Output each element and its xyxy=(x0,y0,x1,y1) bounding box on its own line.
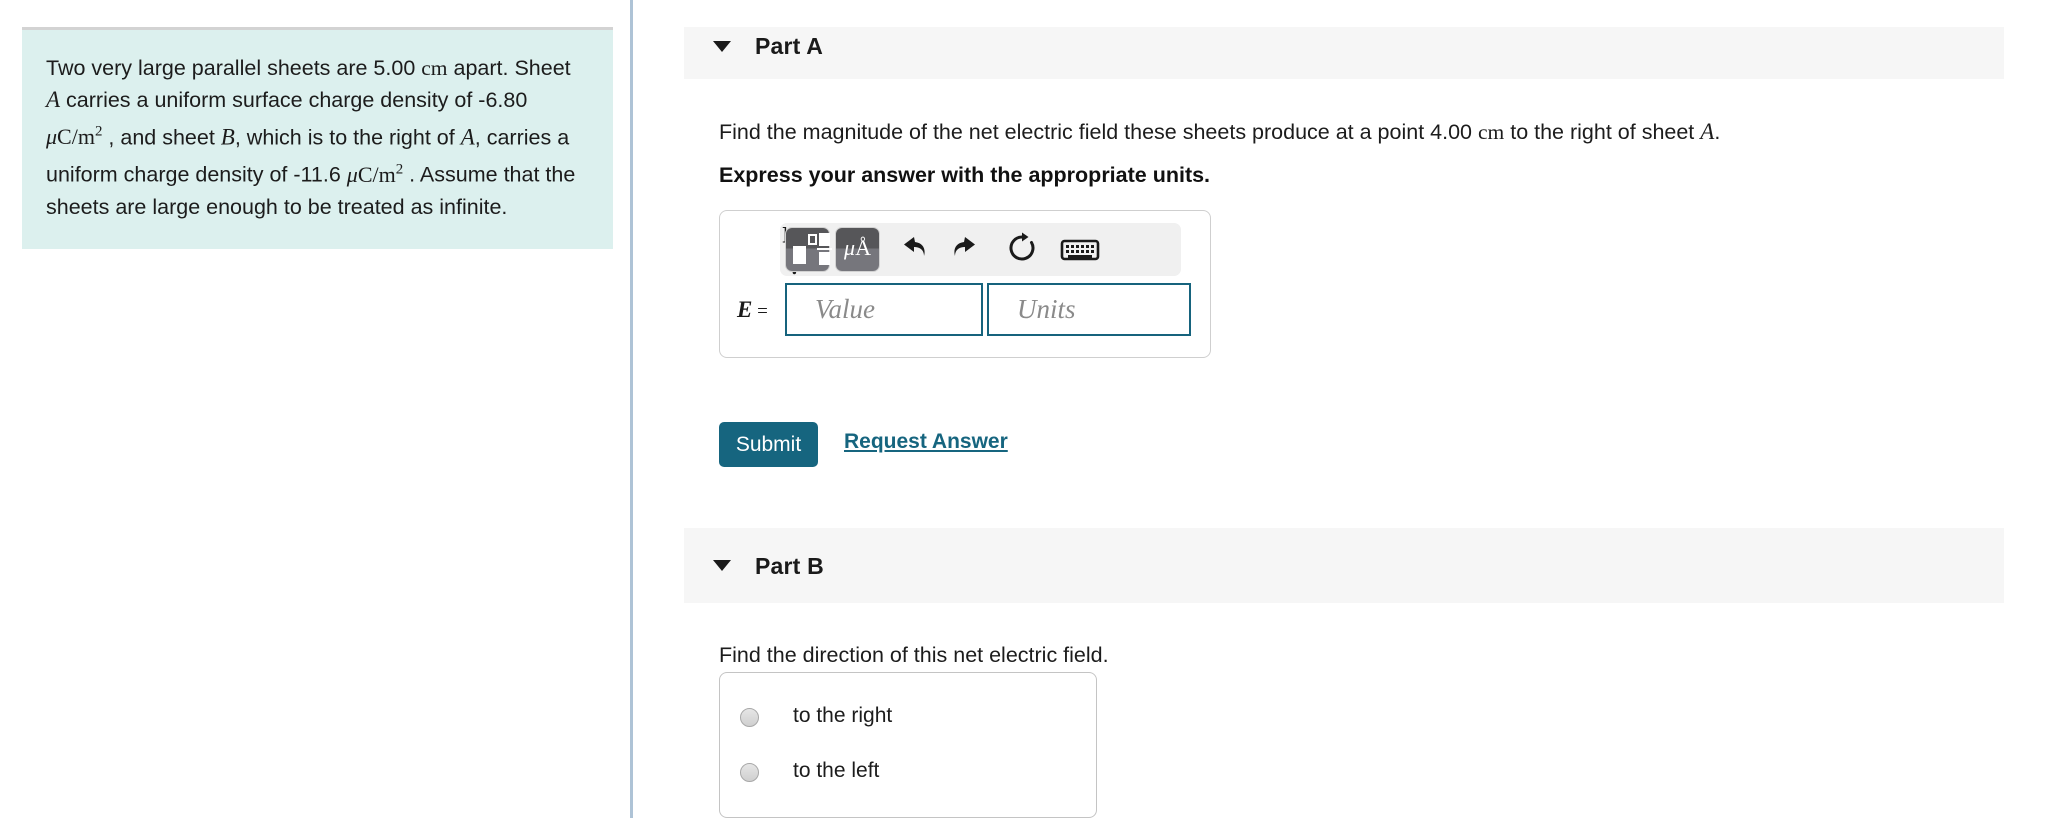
part-b-question: Find the direction of this net electric … xyxy=(719,643,1109,667)
problem-statement-box: Two very large parallel sheets are 5.00 … xyxy=(22,27,613,249)
math-template-icon[interactable] xyxy=(786,228,832,271)
part-a-header[interactable]: Part A xyxy=(684,27,2004,79)
charge-density-unit-1: μC/m2 xyxy=(46,124,102,149)
variable-sheet-b: B xyxy=(220,124,235,150)
variable-sheet-a-3: A xyxy=(1700,119,1715,144)
variable-sheet-a-1: A xyxy=(46,87,61,112)
answer-variable-label: E = xyxy=(737,297,768,323)
choice-group: to the right to the left xyxy=(719,672,1097,818)
part-a-question-segment-3: . xyxy=(1714,120,1721,144)
c-per-m-1: C/m xyxy=(57,124,95,150)
problem-text-segment-5: , which is to the right of xyxy=(234,125,461,150)
problem-text-segment-3: carries a uniform surface charge density… xyxy=(60,88,528,112)
problem-panel: Two very large parallel sheets are 5.00 … xyxy=(0,0,630,818)
choice-label: to the left xyxy=(793,759,880,782)
submit-button[interactable]: Submit xyxy=(719,422,818,467)
answer-toolbar: μÅ] xyxy=(780,223,1181,281)
caret-down-icon-part-b[interactable] xyxy=(713,560,731,571)
part-a-question-segment-1: Find the magnitude of the net electric f… xyxy=(719,120,1478,144)
radio-button-icon[interactable] xyxy=(740,763,759,782)
units-input[interactable] xyxy=(987,283,1191,336)
reset-icon[interactable] xyxy=(1003,230,1041,268)
keyboard-icon[interactable] xyxy=(1058,230,1104,268)
value-input[interactable] xyxy=(785,283,983,336)
template-fraction-numerator xyxy=(819,233,830,246)
radio-button-icon[interactable] xyxy=(740,708,759,727)
units-mu: μ xyxy=(844,235,856,260)
undo-icon[interactable] xyxy=(893,230,931,268)
units-angstrom: Å xyxy=(855,235,871,260)
redo-icon[interactable] xyxy=(948,230,986,268)
mu-symbol-1: μ xyxy=(46,124,58,150)
unit-cm-2: cm xyxy=(1477,120,1505,144)
template-fraction-denominator xyxy=(819,252,830,265)
units-glyph: μÅ xyxy=(836,237,879,259)
template-fraction-bar xyxy=(817,248,832,250)
answer-equals: = xyxy=(752,301,768,322)
units-icon[interactable]: μÅ xyxy=(836,228,879,271)
template-big-box xyxy=(793,246,806,264)
problem-statement-text: Two very large parallel sheets are 5.00 … xyxy=(46,52,589,223)
part-a-question: Find the magnitude of the net electric f… xyxy=(719,117,1969,147)
part-b-title: Part B xyxy=(755,553,824,579)
caret-down-icon-part-a[interactable] xyxy=(713,41,731,52)
answer-entry-box: μÅ] E = Value Units xyxy=(719,210,1211,358)
variable-sheet-a-2: A xyxy=(460,124,475,150)
charge-density-unit-2: μC/m2 xyxy=(346,161,403,187)
answer-input-row: E = xyxy=(720,283,1210,343)
problem-text-segment-2: apart. Sheet xyxy=(447,56,571,80)
part-a-instruction: Express your answer with the appropriate… xyxy=(719,163,1211,187)
choice-label: to the right xyxy=(793,704,893,727)
c-per-m-2: C/m xyxy=(357,161,396,187)
part-a-title: Part A xyxy=(755,33,824,59)
request-answer-link[interactable]: Request Answer xyxy=(844,430,1008,454)
unit-cm-1: cm xyxy=(421,56,448,80)
template-small-box xyxy=(808,234,817,245)
mu-symbol-2: μ xyxy=(346,161,358,187)
part-b-header[interactable]: Part B xyxy=(684,528,2004,603)
answer-variable: E xyxy=(737,297,753,322)
part-a-question-segment-2: to the right of sheet xyxy=(1504,120,1701,144)
problem-text-segment-1: Two very large parallel sheets are 5.00 xyxy=(46,56,422,80)
answer-panel: Part A Find the magnitude of the net ele… xyxy=(633,0,2058,818)
problem-text-segment-4: , and sheet xyxy=(102,125,221,150)
